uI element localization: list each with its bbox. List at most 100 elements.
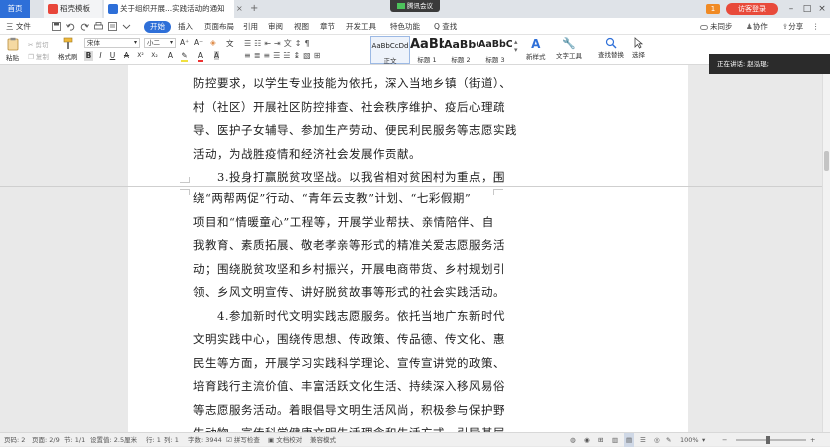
tab-insert[interactable]: 插入 [178, 18, 193, 35]
show-marks-icon[interactable]: ¶ [304, 39, 312, 48]
undo-icon[interactable] [66, 22, 75, 31]
tab-document[interactable]: 关于组织开展...实践活动的通知 [104, 0, 234, 18]
border-icon[interactable]: ⊞ [314, 51, 324, 60]
tab-page-layout[interactable]: 页面布局 [204, 18, 234, 35]
close-window-icon[interactable]: × [815, 0, 829, 18]
zoom-slider[interactable] [736, 439, 806, 441]
outline-view-icon[interactable]: ☰ [640, 433, 646, 447]
style-normal[interactable]: AaBbCcDd 正文 [370, 36, 410, 65]
tab-reference[interactable]: 引用 [243, 18, 258, 35]
style-heading-3[interactable]: AaBbC 标题 3 [478, 36, 512, 64]
proofread-button[interactable]: ▣ 文档校对 [268, 433, 302, 447]
page-1-text[interactable]: 防控要求，以学生专业技能为依托，深入当地乡镇（街道）、 村（社区）开展社区防控排… [193, 72, 628, 190]
distribute-icon[interactable]: ☱ [283, 51, 293, 60]
justify-icon[interactable]: ☰ [273, 51, 283, 60]
pinyin-icon[interactable]: 文 [226, 38, 234, 49]
superscript-icon[interactable]: X² [136, 51, 145, 61]
underline-icon[interactable]: U [108, 51, 117, 61]
new-style-button[interactable]: A 新样式 [526, 37, 546, 61]
align-buttons[interactable]: ≡≣≡☰☱↨▧⊞ [244, 51, 323, 60]
zoom-in-icon[interactable]: + [810, 433, 815, 447]
tab-home[interactable]: 首页 [0, 0, 30, 18]
tab-chapter[interactable]: 章节 [320, 18, 335, 35]
zoom-out-icon[interactable]: − [722, 433, 727, 447]
align-right-icon[interactable]: ≡ [263, 51, 273, 60]
bold-icon[interactable]: B [84, 51, 93, 61]
sort-icon[interactable]: ↕ [295, 39, 305, 48]
page-2-text[interactable]: 绕“两帮两促”行动、“青年云支教”计划、“七彩假期” 项目和“情暖童心”工程等，… [193, 187, 628, 432]
tab-view[interactable]: 视图 [294, 18, 309, 35]
search-command[interactable]: Q 查找 [434, 18, 457, 35]
vertical-scrollbar[interactable] [822, 65, 830, 432]
tab-start[interactable]: 开始 [144, 20, 171, 33]
select-button[interactable]: 选择 [632, 37, 645, 59]
share-button[interactable]: ⇪分享 [782, 18, 803, 35]
maximize-icon[interactable]: □ [800, 0, 814, 18]
bullet-list-icon[interactable]: ☰ [244, 39, 254, 48]
tab-template[interactable]: 稻壳模板 [44, 0, 102, 18]
grow-font-icon[interactable]: A⁺ [180, 38, 189, 47]
strikethrough-icon[interactable]: A [122, 51, 131, 61]
cut-button[interactable]: ✂ 剪切 [28, 39, 49, 49]
chinese-layout-icon[interactable]: 文 [284, 39, 295, 48]
tab-review[interactable]: 审阅 [268, 18, 283, 35]
status-page-number[interactable]: 页码: 2 [4, 433, 25, 447]
web-view-icon[interactable]: ◎ [654, 433, 660, 447]
style-gallery-scroll-icon[interactable]: ▴ ▾ [514, 38, 518, 54]
read-mode-icon[interactable]: ▥ [612, 433, 618, 447]
full-screen-icon[interactable]: ⊞ [598, 433, 603, 447]
write-mode-icon[interactable]: ✎ [666, 433, 671, 447]
page-view-icon[interactable]: ▤ [624, 433, 635, 447]
paste-button[interactable]: 粘贴 [6, 37, 20, 62]
zoom-slider-handle[interactable] [766, 436, 770, 444]
tab-count-badge[interactable]: 1 [706, 4, 720, 14]
status-section[interactable]: 节: 1/1 [64, 433, 85, 447]
meeting-badge[interactable]: 腾讯会议 [390, 0, 440, 12]
number-list-icon[interactable]: ☷ [254, 39, 264, 48]
save-icon[interactable] [52, 22, 61, 31]
align-left-icon[interactable]: ≡ [244, 51, 254, 60]
outdent-icon[interactable]: ⇤ [264, 39, 274, 48]
find-replace-button[interactable]: 查找替换 [598, 37, 624, 59]
font-color-icon[interactable]: A [196, 51, 205, 62]
align-center-icon[interactable]: ≣ [254, 51, 264, 60]
sync-status[interactable]: 未同步 [700, 18, 733, 35]
format-painter-button[interactable]: 格式刷 [58, 37, 78, 61]
status-setting[interactable]: 设置值: 2.5厘米 [90, 433, 137, 447]
subscript-icon[interactable]: X₂ [150, 51, 159, 61]
zoom-value[interactable]: 100% [680, 433, 699, 447]
document-area[interactable]: 防控要求，以学生专业技能为依托，深入当地乡镇（街道）、 村（社区）开展社区防控排… [0, 65, 822, 432]
close-tab-icon[interactable]: × [236, 0, 243, 18]
status-row[interactable]: 行: 1 [146, 433, 161, 447]
tab-features[interactable]: 特色功能 [390, 18, 420, 35]
status-word-count[interactable]: 字数: 3944 [188, 433, 222, 447]
tab-developer[interactable]: 开发工具 [346, 18, 376, 35]
redo-icon[interactable] [80, 22, 89, 31]
collab-button[interactable]: ♟协作 [746, 18, 768, 35]
list-buttons[interactable]: ☰☷⇤⇥文↕¶ [244, 38, 313, 49]
shading-icon[interactable]: ▧ [303, 51, 314, 60]
status-pages[interactable]: 页面: 2/9 [32, 433, 60, 447]
shrink-font-icon[interactable]: A⁻ [194, 38, 203, 47]
line-spacing-icon[interactable]: ↨ [293, 51, 303, 60]
char-shading-icon[interactable]: A [212, 51, 221, 61]
more-quick-icon[interactable] [122, 22, 131, 31]
zoom-dropdown-icon[interactable]: ▾ [702, 433, 705, 447]
protect-icon[interactable]: ◍ [570, 433, 576, 447]
page[interactable]: 防控要求，以学生专业技能为依托，深入当地乡镇（街道）、 村（社区）开展社区防控排… [128, 65, 688, 432]
style-heading-2[interactable]: AaBbC 标题 2 [444, 36, 478, 64]
preview-icon[interactable] [108, 22, 117, 31]
eye-icon[interactable]: ◉ [584, 433, 590, 447]
copy-button[interactable]: ❐ 复制 [28, 51, 49, 61]
indent-icon[interactable]: ⇥ [274, 39, 284, 48]
scrollbar-thumb[interactable] [824, 151, 829, 171]
spell-check-toggle[interactable]: ☑ 拼写检查 [226, 433, 260, 447]
highlight-icon[interactable]: ✎ [180, 51, 189, 62]
add-tab-icon[interactable]: + [250, 0, 258, 18]
text-tools-button[interactable]: 🔧 文字工具 [556, 37, 582, 60]
minimize-icon[interactable]: – [784, 0, 798, 18]
file-menu[interactable]: 三 文件 [6, 18, 31, 35]
print-icon[interactable] [94, 22, 103, 31]
font-name-select[interactable]: 宋体 ▾ [84, 38, 140, 48]
font-size-select[interactable]: 小二 ▾ [144, 38, 176, 48]
